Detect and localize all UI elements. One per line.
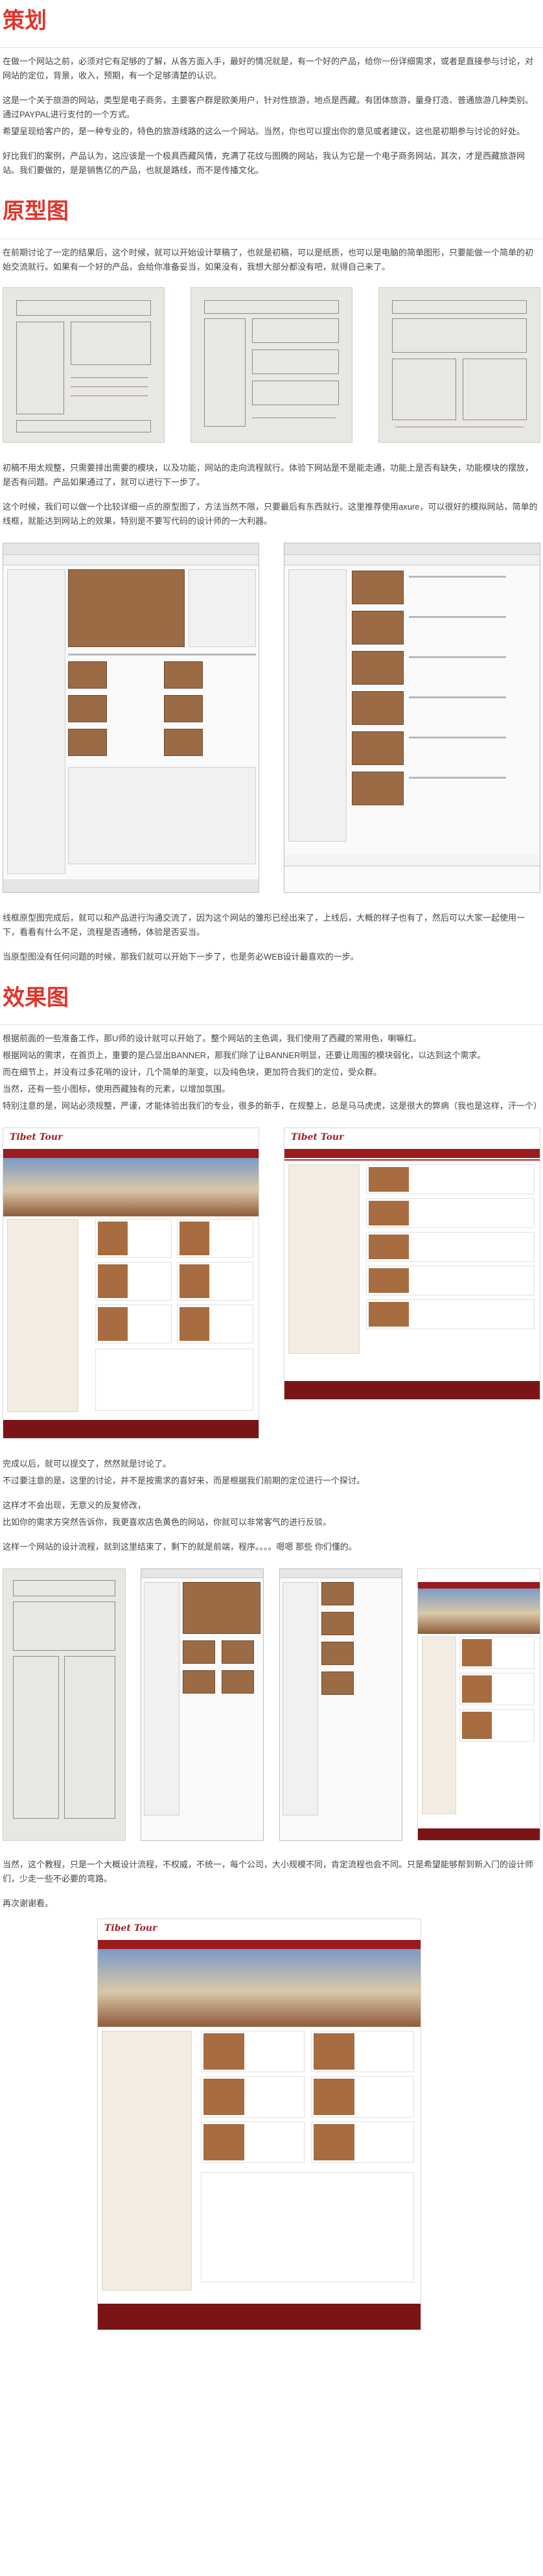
process-wireframe-2	[279, 1568, 402, 1841]
paragraph: 完成以后，就可以提交了，然然就是讨论了。	[3, 1459, 172, 1469]
paragraph: 不过要注意的是，这里的讨论，并不是按需求的喜好来，而是根据我们前期的定位进行一个…	[3, 1476, 365, 1486]
paragraph: 根据前面的一些准备工作，那U师的设计就可以开始了。整个网站的主色调，我们使用了西…	[3, 1034, 422, 1044]
paragraph: 当原型图没有任何问题的时候，那我们就可以开始下一步了，也是务必WEB设计最喜欢的…	[3, 951, 359, 962]
sketch-image-2	[191, 287, 352, 443]
process-row	[0, 1562, 543, 1847]
paragraph: 这个时候，我们可以做一个比较详细一点的原型图了，方法当然不限，只要最后有东西就行…	[3, 501, 538, 526]
section-effect: 效果图 根据前面的一些准备工作，那U师的设计就可以开始了。整个网站的主色调，我们…	[0, 977, 543, 2331]
divider	[0, 1024, 543, 1026]
section-planning: 策划 在做一个网站之前，必须对它有足够的了解，从各方面入手，最好的情况就是，有一…	[0, 0, 543, 179]
logo: Tibet Tour	[104, 1923, 157, 1934]
wireframe-list	[284, 542, 540, 893]
paragraph: 在前期讨论了一定的结果后，这个时候，就可以开始设计草稿了，也就是初稿，可以是纸质…	[3, 247, 534, 272]
section-title-effect: 效果图	[3, 984, 69, 1011]
paragraph: 当然，还有一些小图标，使用西藏独有的元素，以增加氛围。	[3, 1084, 231, 1094]
design-row: Tibet Tour Tibet Tour	[0, 1121, 543, 1445]
paragraph: 这样一个网站的设计流程，就到这里结束了，剩下的就是前端，程序。。。。嗯嗯 那些 …	[3, 1542, 357, 1552]
design-home: Tibet Tour	[3, 1128, 259, 1439]
paragraph: 希望呈现给客户的，是一种专业的，特色的旅游线路的这么一个网站。当然，你也可以提出…	[3, 126, 526, 137]
design-list: Tibet Tour	[284, 1128, 540, 1400]
section-title-planning: 策划	[3, 8, 47, 34]
page: 策划 在做一个网站之前，必须对它有足够的了解，从各方面入手，最好的情况就是，有一…	[0, 0, 543, 2331]
logo: Tibet Tour	[291, 1132, 344, 1143]
section-prototype: 原型图 在前期讨论了一定的结果后，这个时候，就可以开始设计草稿了，也就是初稿，可…	[0, 191, 543, 965]
final-design-wrap: Tibet Tour	[0, 1912, 543, 2331]
paragraph: 在做一个网站之前，必须对它有足够的了解，从各方面入手，最好的情况就是，有一个好的…	[3, 56, 534, 81]
divider	[0, 47, 543, 49]
paragraph: 再次谢谢看。	[3, 1898, 54, 1909]
paragraph: 好比我们的案例，产品认为，这应该是一个极具西藏风情，充满了花纹与图腾的网站，我认…	[3, 151, 526, 176]
paragraph: 特别注意的是，网站必须规整，严谨，才能体验出我们的专业，很多的新手，在规整上，总…	[3, 1101, 542, 1111]
paragraph: 线框原型图完成后，就可以和产品进行沟通交流了，因为这个网站的雏形已经出来了，上线…	[3, 912, 526, 937]
final-design: Tibet Tour	[97, 1919, 421, 2331]
process-wireframe-1	[141, 1568, 264, 1841]
process-sketch-1	[3, 1568, 126, 1841]
paragraph: 而在细节上，并没有过多花哨的设计，几个简单的渐变，以及纯色块，更加符合我们的定位…	[3, 1067, 382, 1078]
paragraph: 初稿不用太规整，只需要排出需要的模块，以及功能，网站的走向流程就行。体验下网站是…	[3, 462, 534, 487]
process-design	[417, 1568, 540, 1841]
paragraph: 根据网站的需求，在首页上，重要的是凸显出BANNER，那我们除了让BANNER明…	[3, 1050, 486, 1061]
logo: Tibet Tour	[10, 1132, 63, 1143]
paragraph: 这是一个关于旅游的网站，类型是电子商务，主要客户群是欧美用户，针对性旅游，地点是…	[3, 95, 534, 120]
wireframe-home	[3, 542, 259, 893]
sketch-image-3	[378, 287, 540, 443]
paragraph: 比如你的需求方突然告诉你，我更喜欢店色黄色的网站，你就可以非常客气的进行反驳。	[3, 1517, 332, 1528]
sketch-image-1	[3, 287, 165, 443]
section-title-prototype: 原型图	[3, 198, 69, 225]
sketch-row	[0, 281, 543, 449]
paragraph: 这样才不会出现，无意义的反复修改，	[3, 1500, 146, 1511]
wireframe-row	[0, 536, 543, 899]
paragraph: 当然，这个教程，只是一个大概设计流程，不权威，不统一，每个公司，大小规模不同，肯…	[3, 1860, 534, 1884]
